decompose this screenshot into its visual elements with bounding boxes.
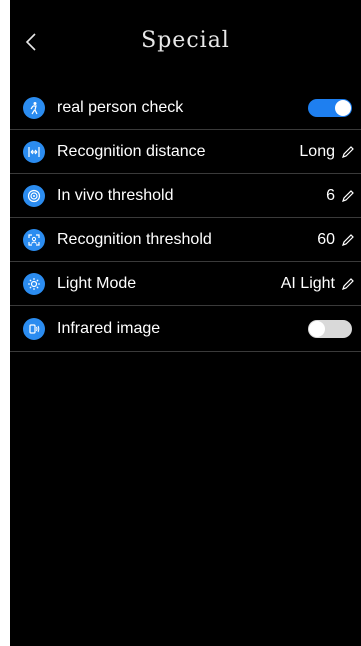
toggle-knob [309, 320, 325, 337]
edit-pencil-icon[interactable] [341, 189, 355, 203]
person-walk-icon [23, 96, 45, 119]
setting-value: 6 [326, 186, 335, 204]
face-scan-icon [23, 228, 45, 251]
setting-value: 60 [317, 230, 335, 248]
page-title: Special [141, 28, 230, 53]
edit-pencil-icon[interactable] [341, 233, 355, 247]
recognition-distance-value[interactable]: Long [299, 143, 355, 161]
setting-value: Long [299, 142, 335, 160]
edit-pencil-icon[interactable] [341, 277, 355, 291]
infrared-icon [23, 317, 45, 340]
setting-row-light-mode[interactable]: Light Mode AI Light [10, 262, 361, 306]
settings-screen: Special real person check Recognition di… [10, 0, 361, 646]
real-person-check-toggle[interactable] [308, 98, 352, 117]
setting-row-real-person-check[interactable]: real person check [10, 86, 361, 130]
setting-row-recognition-threshold[interactable]: Recognition threshold 60 [10, 218, 361, 262]
setting-value: AI Light [280, 274, 335, 292]
infrared-image-toggle[interactable] [308, 319, 352, 338]
in-vivo-threshold-value[interactable]: 6 [326, 187, 355, 205]
setting-label: Recognition distance [57, 142, 206, 160]
setting-row-infrared-image[interactable]: Infrared image [10, 306, 361, 352]
target-icon [23, 184, 45, 207]
setting-label: Recognition threshold [57, 230, 212, 248]
distance-icon [23, 140, 45, 163]
setting-label: Infrared image [57, 319, 161, 337]
header: Special [10, 0, 361, 86]
light-mode-value[interactable]: AI Light [281, 275, 355, 293]
setting-label: real person check [57, 98, 184, 116]
setting-row-recognition-distance[interactable]: Recognition distance Long [10, 130, 361, 174]
setting-row-in-vivo-threshold[interactable]: In vivo threshold 6 [10, 174, 361, 218]
setting-label: Light Mode [57, 274, 137, 292]
setting-label: In vivo threshold [57, 186, 174, 204]
toggle-knob [335, 99, 351, 116]
edit-pencil-icon[interactable] [341, 145, 355, 159]
sun-icon [23, 272, 45, 295]
recognition-threshold-value[interactable]: 60 [317, 231, 355, 249]
